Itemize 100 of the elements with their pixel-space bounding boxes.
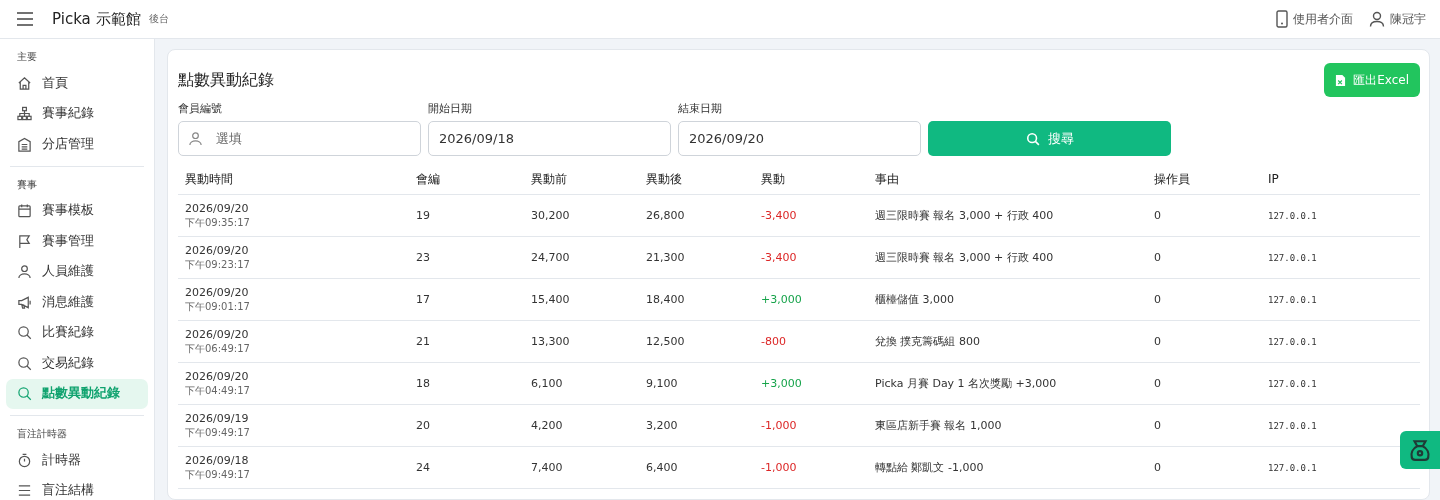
table-cell: 9,100: [639, 362, 754, 405]
table-cell: 21: [409, 320, 524, 363]
column-header: 事由: [868, 164, 1147, 195]
column-header: 會編: [409, 164, 524, 195]
table-cell: 6,400: [639, 446, 754, 489]
date-field[interactable]: 2026/09/18: [428, 121, 671, 156]
table-cell: 轉點給 鄭凱文 -1,000: [868, 446, 1147, 489]
page-title: 點數異動紀錄: [178, 69, 274, 91]
change-amount-cell: -800: [754, 320, 868, 363]
building-icon: [17, 136, 32, 152]
sidebar-section-title: 盲注計時器: [16, 427, 68, 441]
search-icon: [17, 325, 32, 341]
table-cell: 24,700: [524, 236, 639, 279]
change-amount-cell: -1,000: [754, 404, 868, 447]
change-amount-cell: -3,400: [754, 194, 868, 237]
table-cell: 6,100: [524, 362, 639, 405]
table-cell: 0: [1147, 362, 1261, 405]
calendar-icon: [17, 203, 32, 219]
sidebar-item[interactable]: 比賽紀錄: [6, 317, 148, 348]
table-cell: 0: [1147, 404, 1261, 447]
floating-action-button[interactable]: [1400, 431, 1440, 469]
table-cell: 26,800: [639, 194, 754, 237]
member-id-field[interactable]: 選填: [178, 121, 421, 156]
user-icon: [17, 264, 32, 280]
user-link[interactable]: 陳冠宇: [1369, 10, 1426, 28]
home-icon: [17, 75, 32, 91]
table-cell: 0: [1147, 446, 1261, 489]
user-interface-link[interactable]: 使用者介面: [1276, 10, 1353, 28]
table-cell: 30,200: [524, 194, 639, 237]
table-cell: 20: [409, 404, 524, 447]
date-time-cell: 2026/09/20 下午09:23:17: [185, 243, 250, 272]
sidebar-item[interactable]: 交易紀錄: [6, 348, 148, 379]
table-cell: 23: [409, 236, 524, 279]
field-label: 結束日期: [678, 102, 723, 116]
table-cell: 18,400: [639, 278, 754, 321]
sidebar-item[interactable]: 賽事管理: [6, 226, 148, 257]
table-cell: 東區店新手賽 報名 1,000: [868, 404, 1147, 447]
table-cell: 0: [1147, 278, 1261, 321]
table-cell: 17: [409, 278, 524, 321]
table-cell: 0: [1147, 236, 1261, 279]
column-header: 異動時間: [178, 164, 409, 195]
column-header: 異動: [754, 164, 868, 195]
table-cell: 週三限時賽 報名 3,000 + 行政 400: [868, 236, 1147, 279]
table-cell: 13,300: [524, 320, 639, 363]
table-cell: 127.0.0.1: [1261, 236, 1420, 279]
sidebar-item[interactable]: 盲注結構: [6, 475, 148, 500]
table-cell: 127.0.0.1: [1261, 194, 1420, 237]
table-cell: 24: [409, 446, 524, 489]
date-time-cell: 2026/09/20 下午09:01:17: [185, 285, 250, 314]
table-cell: 0: [1147, 194, 1261, 237]
table-cell: 127.0.0.1: [1261, 278, 1420, 321]
change-amount-cell: +3,000: [754, 278, 868, 321]
sidebar-section-title: 主要: [16, 50, 38, 64]
field-label: 開始日期: [428, 102, 473, 116]
search-icon: [17, 355, 32, 371]
table-cell: 127.0.0.1: [1261, 320, 1420, 363]
date-time-cell: 2026/09/20 下午06:49:17: [185, 327, 250, 356]
user-icon: [188, 131, 203, 146]
table-cell: 127.0.0.1: [1261, 362, 1420, 405]
date-time-cell: 2026/09/20 下午04:49:17: [185, 369, 250, 398]
table-cell: 0: [1147, 320, 1261, 363]
app-subtitle: 後台: [148, 12, 169, 26]
sidebar-item[interactable]: 消息維護: [6, 287, 148, 318]
table-cell: 7,400: [524, 446, 639, 489]
sidebar-item[interactable]: 分店管理: [6, 129, 148, 160]
sidebar-item[interactable]: 首頁: [6, 68, 148, 99]
sidebar-item[interactable]: 計時器: [6, 445, 148, 476]
phone-icon: [1276, 10, 1288, 28]
search-icon: [17, 386, 32, 402]
spreadsheet-file-icon: [1335, 73, 1347, 87]
table-cell: 3,200: [639, 404, 754, 447]
money-bag-icon: [1408, 438, 1432, 462]
date-field[interactable]: 2026/09/20: [678, 121, 921, 156]
table-cell: 21,300: [639, 236, 754, 279]
table-cell: 4,200: [524, 404, 639, 447]
column-header: 操作員: [1147, 164, 1261, 195]
table-cell: 兌換 撲克籌碼組 800: [868, 320, 1147, 363]
change-amount-cell: +3,000: [754, 362, 868, 405]
table-cell: 12,500: [639, 320, 754, 363]
timer-icon: [17, 452, 32, 468]
search-icon: [1025, 131, 1040, 146]
list-icon: [17, 483, 32, 499]
date-time-cell: 2026/09/18 下午09:49:17: [185, 453, 250, 482]
change-amount-cell: -3,400: [754, 236, 868, 279]
sidebar-item[interactable]: 賽事紀錄: [6, 98, 148, 129]
table-cell: 18: [409, 362, 524, 405]
column-header: 異動前: [524, 164, 639, 195]
user-icon: [1369, 11, 1385, 27]
change-amount-cell: -1,000: [754, 446, 868, 489]
date-time-cell: 2026/09/19 下午09:49:17: [185, 411, 250, 440]
field-label: 會員編號: [178, 102, 223, 116]
column-header: IP: [1261, 164, 1420, 195]
table-cell: 櫃檯儲值 3,000: [868, 278, 1147, 321]
sidebar-item[interactable]: 人員維護: [6, 256, 148, 287]
table-cell: 週三限時賽 報名 3,000 + 行政 400: [868, 194, 1147, 237]
sidebar-item[interactable]: 賽事模板: [6, 195, 148, 226]
table-cell: 15,400: [524, 278, 639, 321]
table-cell: 19: [409, 194, 524, 237]
menu-icon[interactable]: [16, 12, 34, 26]
app-title: Picka 示範館: [52, 9, 141, 29]
